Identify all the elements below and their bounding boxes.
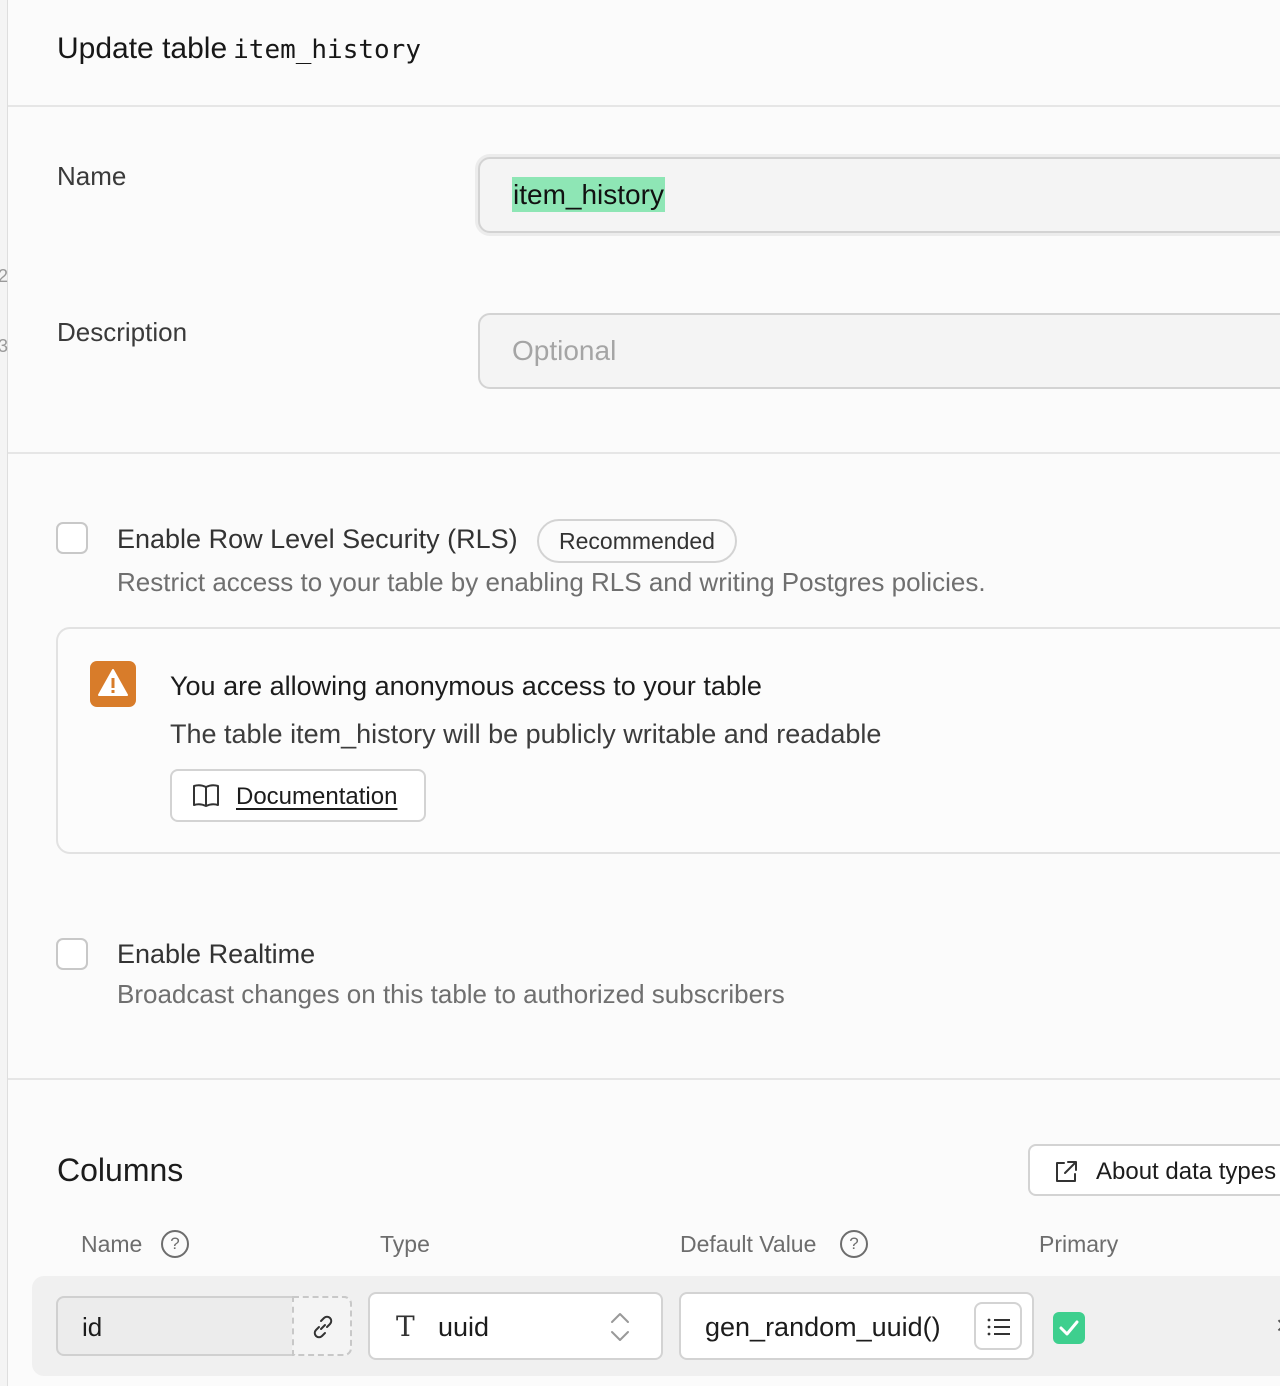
column-type-select[interactable]: T uuid bbox=[368, 1292, 663, 1360]
line-number: 3 bbox=[0, 336, 9, 356]
documentation-label: Documentation bbox=[236, 783, 398, 810]
page-title-table-name: item_history bbox=[233, 35, 421, 65]
default-value-menu-button[interactable] bbox=[974, 1302, 1022, 1350]
realtime-title: Enable Realtime bbox=[117, 939, 316, 969]
default-value-field[interactable]: gen_random_uuid() bbox=[679, 1292, 1034, 1360]
table-row: id T uuid gen_random_uuid() bbox=[32, 1276, 1280, 1376]
column-header-name: Name bbox=[81, 1231, 143, 1257]
name-input[interactable]: item_history bbox=[478, 157, 1280, 233]
link-icon bbox=[310, 1314, 336, 1345]
primary-key-checkbox[interactable] bbox=[1053, 1312, 1085, 1344]
list-icon bbox=[986, 1314, 1012, 1345]
rls-title: Enable Row Level Security (RLS) bbox=[117, 524, 518, 554]
name-help-icon[interactable]: ? bbox=[161, 1230, 189, 1258]
text-type-icon: T bbox=[396, 1310, 415, 1343]
column-type-value: uuid bbox=[438, 1312, 490, 1342]
description-placeholder: Optional bbox=[512, 335, 617, 366]
page-title: Update table item_history bbox=[57, 32, 421, 66]
panel-header: Update table item_history bbox=[8, 0, 1280, 107]
anonymous-access-alert: You are allowing anonymous access to you… bbox=[56, 627, 1280, 854]
column-header-type: Type bbox=[380, 1231, 430, 1257]
update-table-panel: 2 3 Update table item_history Name item_h… bbox=[0, 0, 1280, 1386]
book-icon bbox=[192, 783, 220, 814]
remove-column-icon[interactable]: × bbox=[1276, 1310, 1280, 1341]
rls-checkbox[interactable] bbox=[56, 522, 88, 554]
chevron-up-down-icon bbox=[609, 1310, 631, 1349]
check-icon bbox=[1059, 1320, 1079, 1336]
description-input[interactable]: Optional bbox=[478, 313, 1280, 389]
warning-icon bbox=[90, 661, 136, 707]
alert-text: The table item_history will be publicly … bbox=[170, 719, 882, 749]
column-header-primary: Primary bbox=[1039, 1231, 1119, 1257]
rls-description: Restrict access to your table by enablin… bbox=[117, 567, 986, 597]
alert-title: You are allowing anonymous access to you… bbox=[170, 671, 762, 701]
name-input-value: item_history bbox=[512, 177, 665, 212]
name-label: Name bbox=[57, 161, 127, 191]
about-data-types-button[interactable]: About data types bbox=[1028, 1144, 1280, 1196]
table-details-section: Name item_history Description Optional bbox=[8, 107, 1280, 454]
column-name-field[interactable]: id bbox=[56, 1296, 352, 1356]
background-editor-edge: 2 3 bbox=[0, 0, 8, 1386]
about-data-types-label: About data types bbox=[1096, 1158, 1277, 1185]
recommended-badge: Recommended bbox=[537, 519, 737, 563]
description-label: Description bbox=[57, 317, 188, 347]
column-header-default: Default Value bbox=[680, 1231, 817, 1257]
column-name-value: id bbox=[82, 1312, 103, 1342]
foreign-key-button[interactable] bbox=[292, 1296, 352, 1356]
section-divider bbox=[8, 1078, 1280, 1080]
documentation-button[interactable]: Documentation bbox=[170, 769, 426, 822]
realtime-checkbox[interactable] bbox=[56, 938, 88, 970]
realtime-description: Broadcast changes on this table to autho… bbox=[117, 979, 785, 1009]
line-number: 2 bbox=[0, 266, 9, 286]
default-help-icon[interactable]: ? bbox=[840, 1230, 868, 1258]
columns-title: Columns bbox=[57, 1152, 184, 1188]
page-title-prefix: Update table bbox=[57, 32, 228, 65]
external-link-icon bbox=[1052, 1158, 1080, 1191]
default-value-text: gen_random_uuid() bbox=[705, 1312, 941, 1342]
